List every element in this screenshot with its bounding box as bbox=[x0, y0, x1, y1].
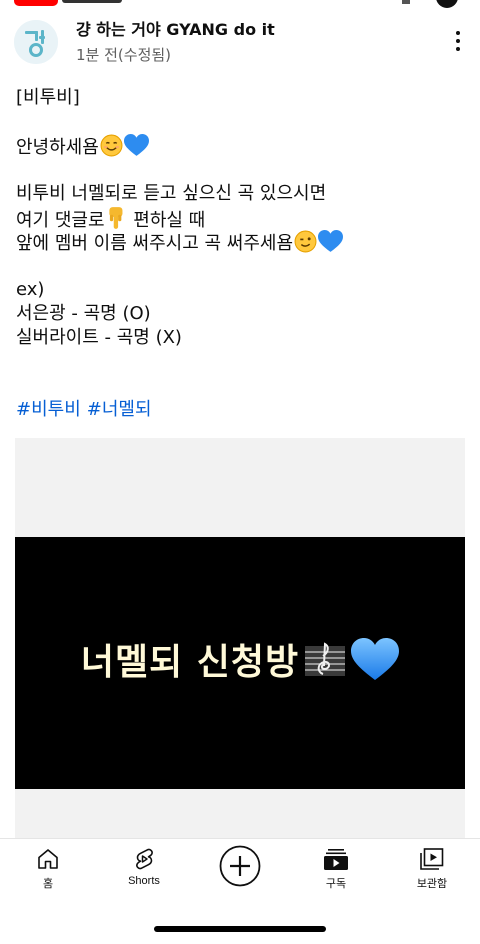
image-caption: 너멜되 신청방 bbox=[15, 633, 465, 691]
comment-text: 여기 댓글로 bbox=[16, 210, 105, 231]
hashtag-btob[interactable]: #비투비 bbox=[16, 399, 81, 420]
subscriptions-icon bbox=[324, 849, 348, 870]
home-indicator[interactable] bbox=[154, 926, 326, 932]
hashtags: #비투비 #너멜되 bbox=[16, 398, 466, 422]
signal-icon bbox=[402, 0, 410, 4]
post-line-tag: [비투비] bbox=[16, 87, 80, 108]
hashtag-nomelde[interactable]: #너멜되 bbox=[87, 399, 152, 420]
winking-face-emoji-icon bbox=[294, 230, 317, 260]
post-line-greeting: 안녕하세욤 bbox=[16, 134, 466, 158]
home-icon bbox=[38, 849, 58, 869]
channel-name[interactable]: 걍 하는 거야 GYANG do it bbox=[76, 16, 275, 40]
smiling-face-emoji-icon bbox=[100, 134, 123, 164]
post-line-request: 비투비 너멜되로 듣고 싶으신 곡 있으시면 bbox=[16, 183, 327, 204]
youtube-wordmark bbox=[62, 0, 122, 3]
youtube-logo bbox=[14, 0, 58, 6]
post-body: [비투비] 안녕하세욤 비투비 너멜되로 듣고 싶으신 곡 있으시면 여기 댓글… bbox=[16, 86, 466, 422]
nav-library-label: 보관함 bbox=[416, 878, 448, 890]
channel-avatar[interactable] bbox=[14, 20, 58, 64]
musical-score-emoji-icon bbox=[303, 638, 347, 691]
post-timestamp: 1분 전(수정됨) bbox=[76, 46, 172, 64]
nav-create[interactable] bbox=[192, 845, 288, 887]
account-icon[interactable] bbox=[436, 0, 458, 8]
nav-subscriptions[interactable]: 구독 bbox=[288, 847, 384, 891]
nav-library[interactable]: 보관함 bbox=[384, 847, 480, 891]
post-line-example: ex) bbox=[16, 279, 45, 300]
create-plus-icon bbox=[219, 845, 261, 887]
post-line-comment: 여기 댓글로 편하실 때 bbox=[16, 206, 466, 231]
library-icon bbox=[420, 848, 444, 870]
image-caption-text: 너멜되 신청방 bbox=[80, 642, 300, 683]
greeting-text: 안녕하세욤 bbox=[16, 137, 99, 158]
post-line-correct: 서은광 - 곡명 (O) bbox=[16, 303, 151, 324]
shorts-icon bbox=[136, 848, 153, 870]
blue-heart-emoji-icon-3 bbox=[351, 638, 400, 691]
nav-home-label: 홈 bbox=[42, 878, 54, 890]
comment-text-2: 편하실 때 bbox=[133, 210, 206, 231]
nav-home[interactable]: 홈 bbox=[0, 847, 96, 891]
nav-shorts-label: Shorts bbox=[128, 875, 160, 887]
image-frame: 너멜되 신청방 bbox=[15, 537, 465, 789]
status-bar bbox=[0, 0, 480, 8]
post-line-instruction: 앞에 멤버 이름 써주시고 곡 써주세욤 bbox=[16, 230, 466, 254]
post-line-incorrect: 실버라이트 - 곡명 (X) bbox=[16, 327, 182, 348]
blue-heart-emoji-icon-2 bbox=[318, 230, 344, 260]
instruction-text: 앞에 멤버 이름 써주시고 곡 써주세욤 bbox=[16, 233, 294, 254]
post-image[interactable]: 너멜되 신청방 bbox=[15, 438, 465, 838]
post-header: 걍 하는 거야 GYANG do it 1분 전(수정됨) bbox=[0, 10, 480, 70]
nav-subscriptions-label: 구독 bbox=[325, 878, 347, 890]
blue-heart-emoji-icon bbox=[123, 134, 149, 164]
more-options-icon[interactable] bbox=[446, 28, 470, 54]
nav-shorts[interactable]: Shorts bbox=[96, 847, 192, 887]
